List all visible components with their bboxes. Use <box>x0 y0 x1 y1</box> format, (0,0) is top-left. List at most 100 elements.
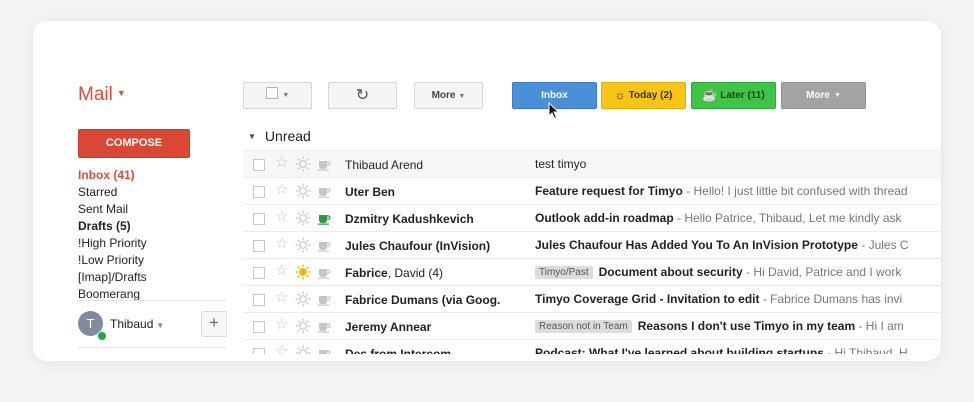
user-name: Thibaud <box>110 317 154 331</box>
row-checkbox[interactable] <box>253 294 265 306</box>
coffee-cup-icon[interactable] <box>317 265 331 279</box>
email-snippet: - Hello Patrice, Thibaud, Let me kindly … <box>673 211 902 225</box>
refresh-button[interactable]: ↻ <box>328 82 397 109</box>
star-icon[interactable]: ☆ <box>275 236 288 252</box>
email-message: Reason not in Team Reasons I don't use Ti… <box>535 319 941 333</box>
tab-today[interactable]: ☼ Today (2) <box>601 82 686 109</box>
star-icon[interactable]: ☆ <box>275 182 288 198</box>
sender-name: Jeremy Annear <box>345 320 432 334</box>
chevron-down-icon: ▼ <box>116 88 126 98</box>
sidebar-item-imap-drafts[interactable]: [Imap]/Drafts <box>78 270 147 284</box>
sidebar-item-high-priority[interactable]: !High Priority <box>78 236 147 250</box>
mouse-cursor-icon <box>548 102 560 120</box>
email-message: Podcast: What I've learned about buildin… <box>535 346 941 354</box>
email-sender: Fabrice, David (4) <box>345 266 443 280</box>
email-row[interactable]: ☆ Jeremy Annear Reason not in Team Reasons … <box>243 312 941 339</box>
email-row[interactable]: ☆ Fabrice, David (4) Timyo/Past Document ab… <box>243 258 941 285</box>
chevron-down-icon: ▼ <box>458 93 466 100</box>
email-row[interactable]: ☆ Fabrice Dumans (via Goog. Timyo Coverage… <box>243 285 941 312</box>
chevron-down-icon: ▼ <box>156 321 165 330</box>
add-contact-button[interactable]: + <box>201 311 227 337</box>
coffee-cup-icon[interactable] <box>317 346 331 354</box>
mail-label: Mail <box>78 84 113 105</box>
sidebar-item-boomerang[interactable]: Boomerang <box>78 287 140 301</box>
coffee-cup-icon[interactable] <box>317 157 331 171</box>
row-checkbox[interactable] <box>253 267 265 279</box>
row-checkbox[interactable] <box>253 159 265 171</box>
email-snippet: - Hello! I just little bit confused with… <box>682 184 908 198</box>
user-menu[interactable]: Thibaud ▼ <box>110 317 164 331</box>
email-snippet: - Hi David, Patrice and I work <box>742 265 902 279</box>
mail-menu[interactable]: Mail ▼ <box>78 84 126 106</box>
star-icon[interactable]: ☆ <box>275 263 288 279</box>
email-sender: Uter Ben <box>345 185 395 199</box>
coffee-cup-icon[interactable] <box>317 211 331 225</box>
email-message: Timyo/Past Document about security - Hi D… <box>535 265 941 279</box>
email-sender: Fabrice Dumans (via Goog. <box>345 293 500 307</box>
refresh-icon: ↻ <box>355 87 370 104</box>
select-checkbox-button[interactable]: ▼ <box>243 82 312 109</box>
email-row[interactable]: ☆ Des from Intercom Podcast: What I've lea… <box>243 339 941 354</box>
compose-button[interactable]: COMPOSE <box>78 129 190 158</box>
row-checkbox[interactable] <box>253 321 265 333</box>
chevron-down-icon: ▼ <box>282 92 290 99</box>
row-checkbox[interactable] <box>253 186 265 198</box>
sun-icon[interactable] <box>295 210 311 226</box>
coffee-cup-icon[interactable] <box>317 319 331 333</box>
star-icon[interactable]: ☆ <box>275 344 288 355</box>
sun-icon[interactable] <box>295 156 311 172</box>
label-chip[interactable]: Timyo/Past <box>535 266 593 279</box>
star-icon[interactable]: ☆ <box>275 317 288 333</box>
email-row[interactable]: ☆ Uter Ben Feature request for Timyo - Hel… <box>243 177 941 204</box>
sun-icon[interactable] <box>295 237 311 253</box>
tab-later[interactable]: ☕ Later (11) <box>691 82 776 109</box>
email-subject: Jules Chaufour Has Added You To An InVis… <box>535 238 858 252</box>
sidebar-item-starred[interactable]: Starred <box>78 185 117 199</box>
sidebar-divider <box>78 347 226 348</box>
row-checkbox[interactable] <box>253 240 265 252</box>
sidebar-item-low-priority[interactable]: !Low Priority <box>78 253 144 267</box>
more-actions-button[interactable]: More ▼ <box>414 82 483 109</box>
checkbox-icon <box>265 87 278 99</box>
sun-icon[interactable] <box>295 291 311 307</box>
sidebar-divider <box>78 300 226 301</box>
sender-name: Fabrice Dumans (via Goog. <box>345 293 501 307</box>
sun-icon[interactable] <box>295 183 311 199</box>
label-chip[interactable]: Reason not in Team <box>535 320 632 333</box>
collapse-triangle-icon: ▼ <box>248 132 256 141</box>
row-checkbox[interactable] <box>253 348 265 354</box>
sun-icon[interactable] <box>295 345 311 354</box>
chevron-down-icon: ▼ <box>833 92 841 99</box>
email-subject: Timyo Coverage Grid - Invitation to edit <box>535 292 760 306</box>
email-sender: Dzmitry Kadushkevich <box>345 212 474 226</box>
coffee-cup-icon[interactable] <box>317 184 331 198</box>
email-row[interactable]: ☆ Thibaud Arend test timyo <box>243 150 941 177</box>
screenshot-card: Mail ▼ COMPOSE Inbox (41) Starred Sent Ma… <box>33 21 941 361</box>
coffee-cup-icon[interactable] <box>317 238 331 252</box>
tab-today-label: Today (2) <box>628 90 673 101</box>
email-message: Jules Chaufour Has Added You To An InVis… <box>535 238 941 252</box>
star-icon[interactable]: ☆ <box>275 290 288 306</box>
coffee-cup-icon[interactable] <box>317 292 331 306</box>
tab-more[interactable]: More ▼ <box>781 82 866 109</box>
sender-name: Uter Ben <box>345 185 396 199</box>
sun-icon[interactable] <box>295 318 311 334</box>
row-checkbox[interactable] <box>253 213 265 225</box>
sender-name: Des from Intercom <box>345 347 452 354</box>
email-subject: Feature request for Timyo <box>535 184 683 198</box>
sun-icon[interactable] <box>295 264 311 280</box>
email-snippet: - Hi I am <box>855 319 904 333</box>
sidebar-item-sent-mail[interactable]: Sent Mail <box>78 202 128 216</box>
star-icon[interactable]: ☆ <box>275 155 288 171</box>
email-message: Timyo Coverage Grid - Invitation to edit… <box>535 292 941 306</box>
star-icon[interactable]: ☆ <box>275 209 288 225</box>
email-row[interactable]: ☆ Dzmitry Kadushkevich Outlook add-in road… <box>243 204 941 231</box>
sender-name: Dzmitry Kadushkevich <box>345 212 474 226</box>
sidebar-item-drafts[interactable]: Drafts (5) <box>78 219 131 233</box>
tab-later-label: Later (11) <box>720 90 765 101</box>
email-message: test timyo <box>535 157 941 171</box>
email-row[interactable]: ☆ Jules Chaufour (InVision) Jules Chaufour… <box>243 231 941 258</box>
email-message: Feature request for Timyo - Hello! I jus… <box>535 184 941 198</box>
section-header[interactable]: ▼ Unread <box>248 128 311 144</box>
sidebar-item-inbox[interactable]: Inbox (41) <box>78 168 135 182</box>
